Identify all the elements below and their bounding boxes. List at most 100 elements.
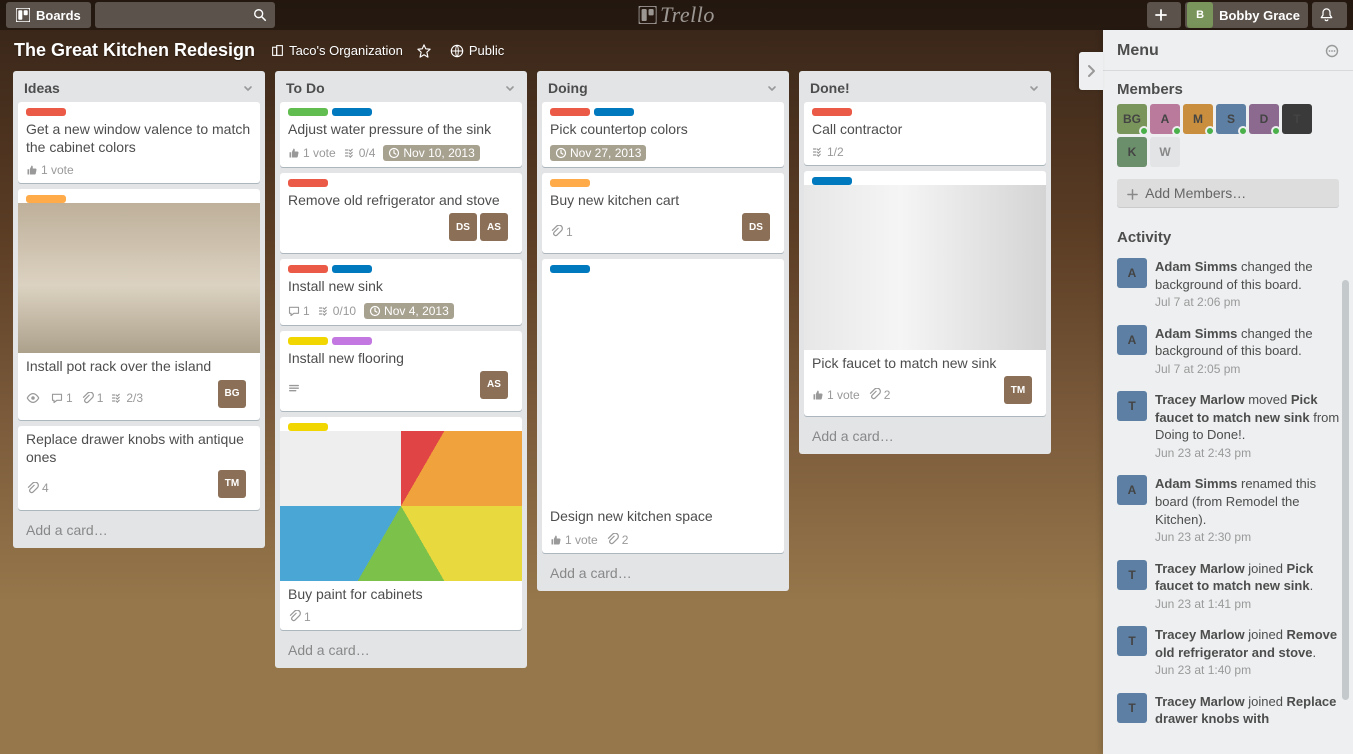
members-section-title: Members [1103, 71, 1353, 104]
card[interactable]: Design new kitchen space1 vote2 [542, 259, 784, 552]
list-title: Done! [810, 80, 850, 96]
card-label-blue [332, 108, 372, 116]
attachments-badge: 1 [550, 225, 573, 239]
scrollbar[interactable] [1342, 280, 1349, 700]
card-title: Pick countertop colors [542, 116, 784, 140]
activity-item: T Tracey Marlow joined Pick faucet to ma… [1117, 554, 1349, 621]
avatar[interactable]: DS [742, 213, 770, 241]
chevron-down-icon[interactable] [766, 82, 778, 94]
board-visibility[interactable]: Public [450, 43, 504, 58]
card-title: Call contractor [804, 116, 1046, 140]
chevron-down-icon[interactable] [504, 82, 516, 94]
description-badge [288, 383, 303, 395]
card-labels [280, 417, 522, 431]
avatar[interactable]: T [1117, 626, 1147, 656]
comments-badge: 1 [288, 304, 310, 318]
add-card-button[interactable]: Add a card… [542, 559, 784, 585]
activity-text: Adam Simms renamed this board (from Remo… [1155, 475, 1343, 545]
card-badges: 1 vote0/4Nov 10, 2013 [280, 140, 522, 167]
avatar[interactable]: W [1150, 137, 1180, 167]
avatar[interactable]: A [1117, 325, 1147, 355]
list-header[interactable]: Doing [542, 76, 784, 102]
avatar[interactable]: T [1117, 560, 1147, 590]
search-input[interactable] [95, 2, 275, 28]
card-cover-image [18, 203, 260, 353]
create-button[interactable] [1147, 2, 1181, 28]
card-title: Design new kitchen space [542, 503, 784, 527]
card[interactable]: Install pot rack over the island112/3BG [18, 189, 260, 419]
card[interactable]: Pick countertop colors Nov 27, 2013 [542, 102, 784, 167]
list-header[interactable]: To Do [280, 76, 522, 102]
card[interactable]: Install new flooringAS [280, 331, 522, 411]
boards-label: Boards [36, 8, 81, 23]
card-labels [542, 259, 784, 273]
menu-more-button[interactable] [1325, 44, 1339, 58]
trello-logo[interactable]: Trello [638, 2, 715, 28]
avatar[interactable]: BG [218, 380, 246, 408]
avatar[interactable]: M [1183, 104, 1213, 134]
card[interactable]: Remove old refrigerator and stoveDSAS [280, 173, 522, 253]
avatar[interactable]: A [1117, 475, 1147, 505]
card[interactable]: Get a new window valence to match the ca… [18, 102, 260, 183]
chevron-down-icon[interactable] [242, 82, 254, 94]
avatar[interactable]: AS [480, 213, 508, 241]
card-labels [18, 102, 260, 116]
avatar[interactable]: A [1150, 104, 1180, 134]
due-date-badge: Nov 10, 2013 [383, 145, 479, 161]
card-label-red [288, 179, 328, 187]
add-members-button[interactable]: Add Members… [1117, 179, 1339, 207]
avatar[interactable]: A [1117, 258, 1147, 288]
card-label-blue [594, 108, 634, 116]
avatar[interactable]: BG [1117, 104, 1147, 134]
activity-item: T Tracey Marlow moved Pick faucet to mat… [1117, 385, 1349, 469]
avatar[interactable]: AS [480, 371, 508, 399]
add-card-button[interactable]: Add a card… [18, 516, 260, 542]
card-badges: 1 vote2 [542, 528, 784, 553]
board-organization[interactable]: Taco's Organization [271, 43, 403, 58]
menu-header: Menu [1103, 30, 1353, 71]
list-header[interactable]: Ideas [18, 76, 260, 102]
avatar[interactable]: D [1249, 104, 1279, 134]
card[interactable]: Replace drawer knobs with antique ones4T… [18, 426, 260, 510]
list-header[interactable]: Done! [804, 76, 1046, 102]
card-label-orange [550, 179, 590, 187]
star-board-button[interactable] [417, 44, 436, 58]
card[interactable]: Pick faucet to match new sink1 vote2TM [804, 171, 1046, 416]
card-title: Buy new kitchen cart [542, 187, 784, 211]
activity-list[interactable]: A Adam Simms changed the background of t… [1103, 252, 1353, 754]
card-title: Get a new window valence to match the ca… [18, 116, 260, 158]
avatar[interactable]: DS [449, 213, 477, 241]
avatar[interactable]: TM [1004, 376, 1032, 404]
votes-badge: 1 vote [812, 388, 860, 402]
activity-section-title: Activity [1103, 219, 1353, 252]
activity-item: A Adam Simms changed the background of t… [1117, 252, 1349, 319]
card[interactable]: Buy new kitchen cart 1 DS [542, 173, 784, 253]
chevron-down-icon[interactable] [1028, 82, 1040, 94]
avatar[interactable]: S [1216, 104, 1246, 134]
avatar[interactable]: TM [218, 470, 246, 498]
due-date-badge: Nov 27, 2013 [550, 145, 646, 161]
boards-button[interactable]: Boards [6, 2, 91, 28]
avatar[interactable]: K [1117, 137, 1147, 167]
add-card-button[interactable]: Add a card… [280, 636, 522, 662]
card-label-purple [332, 337, 372, 345]
avatar[interactable]: T [1117, 391, 1147, 421]
notifications-button[interactable] [1312, 2, 1347, 28]
list: Done! Call contractor1/2Pick faucet to m… [799, 71, 1051, 454]
list-cards: Call contractor1/2Pick faucet to match n… [804, 102, 1046, 422]
card[interactable]: Buy paint for cabinets1 [280, 417, 522, 630]
card[interactable]: Adjust water pressure of the sink1 vote0… [280, 102, 522, 167]
board-title[interactable]: The Great Kitchen Redesign [14, 40, 255, 61]
avatar[interactable]: T [1282, 104, 1312, 134]
user-menu-button[interactable]: B Bobby Grace [1185, 2, 1308, 28]
plus-icon [1155, 9, 1173, 21]
add-card-button[interactable]: Add a card… [804, 422, 1046, 448]
card-title: Buy paint for cabinets [280, 581, 522, 605]
menu-collapse-button[interactable] [1079, 52, 1103, 90]
card[interactable]: Install new sink10/10Nov 4, 2013 [280, 259, 522, 324]
card-members: DSAS [446, 213, 514, 247]
avatar[interactable]: T [1117, 693, 1147, 723]
more-icon [1325, 44, 1339, 58]
card-badges: 112/3BG [18, 378, 260, 420]
card[interactable]: Call contractor1/2 [804, 102, 1046, 165]
